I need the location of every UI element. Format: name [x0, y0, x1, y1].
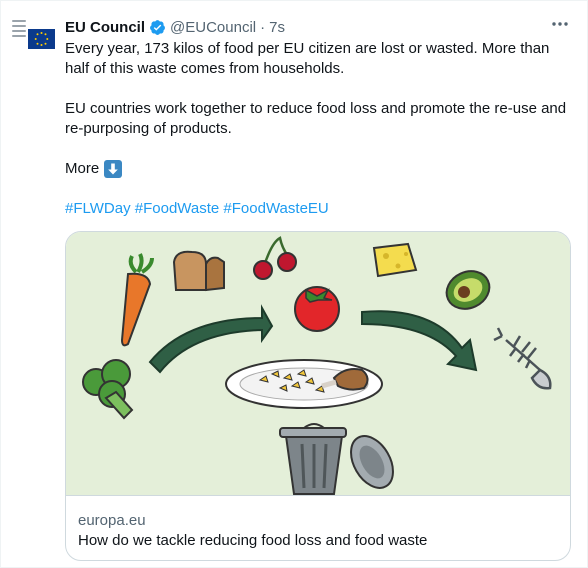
tweet-text-paragraph-1: Every year, 173 kilos of food per EU cit…	[65, 40, 550, 77]
account-name[interactable]: EU Council	[65, 19, 145, 36]
verified-badge-icon	[149, 19, 166, 36]
trash-can-icon	[279, 423, 394, 495]
avatar[interactable]	[10, 17, 55, 61]
fish-skeleton-icon	[493, 327, 552, 390]
arrow-right-icon	[361, 310, 478, 372]
bread-icon	[172, 250, 225, 292]
tomato-icon	[294, 286, 340, 332]
cheese-icon	[372, 242, 418, 278]
account-handle[interactable]: @EUCouncil	[170, 19, 256, 36]
down-arrow-emoji-icon	[104, 160, 123, 178]
more-options-icon[interactable]	[549, 13, 571, 35]
hashtag-foodwaste[interactable]: #FoodWaste	[135, 200, 220, 217]
arrow-left-icon	[148, 304, 274, 374]
tweet-timestamp[interactable]: 7s	[269, 19, 285, 36]
hashtags: #FLWDay #FoodWaste #FoodWasteEU	[65, 199, 570, 219]
carrot-icon	[120, 253, 154, 347]
link-card[interactable]: europa.eu How do we tackle reducing food…	[65, 231, 571, 561]
more-line: More	[65, 159, 570, 179]
tweet-header: EU Council @EUCouncil · 7s	[65, 16, 285, 38]
card-image[interactable]	[66, 232, 570, 496]
council-logo-lines	[12, 20, 26, 40]
broccoli-icon	[82, 359, 134, 420]
eu-flag-icon	[28, 29, 55, 49]
tweet-text-paragraph-2: EU countries work together to reduce foo…	[65, 100, 567, 137]
card-domain: europa.eu	[78, 512, 146, 529]
hashtag-flwday[interactable]: #FLWDay	[65, 200, 131, 217]
plate-of-food-icon	[225, 359, 383, 409]
more-label: More	[65, 160, 100, 177]
card-title[interactable]: How do we tackle reducing food loss and …	[78, 532, 427, 549]
separator-dot: ·	[260, 18, 266, 36]
avocado-icon	[445, 270, 491, 310]
cherries-icon	[253, 236, 297, 280]
hashtag-foodwasteeu[interactable]: #FoodWasteEU	[223, 200, 328, 217]
tweet[interactable]: EU Council @EUCouncil · 7s Every year, 1…	[0, 0, 588, 568]
